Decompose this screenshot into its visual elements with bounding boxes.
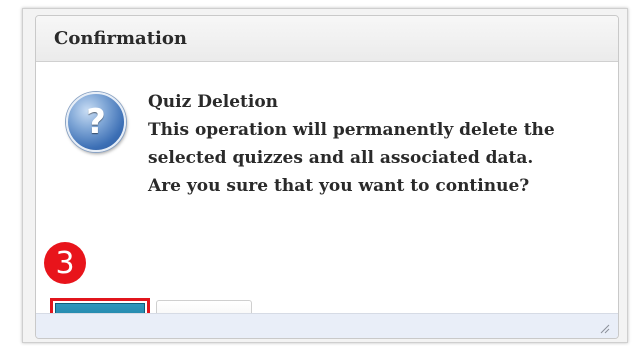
dialog-footer [36, 313, 618, 338]
message-heading: Quiz Deletion [148, 92, 279, 112]
resize-grip-icon[interactable] [598, 322, 610, 334]
dialog-frame: Confirmation ? Quiz Deletion This operat… [22, 8, 628, 343]
message-line-1: This operation will permanently delete t… [148, 120, 555, 140]
message-line-2: selected quizzes and all associated data… [148, 148, 534, 168]
step-number-badge: 3 [44, 242, 86, 284]
question-glyph: ? [86, 102, 106, 142]
confirmation-dialog: Confirmation ? Quiz Deletion This operat… [35, 15, 619, 339]
dialog-title: Confirmation [54, 28, 187, 49]
dialog-message: Quiz Deletion This operation will perman… [148, 88, 555, 200]
question-icon: ? [66, 92, 126, 152]
dialog-content: ? Quiz Deletion This operation will perm… [36, 62, 618, 338]
dialog-titlebar[interactable]: Confirmation [36, 16, 618, 62]
message-line-3: Are you sure that you want to continue? [148, 176, 530, 196]
